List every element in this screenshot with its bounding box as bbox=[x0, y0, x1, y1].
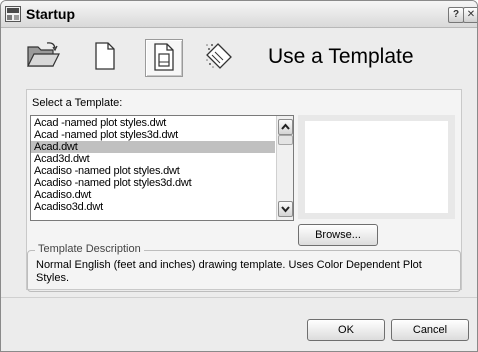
title-bar: Startup ? ✕ bbox=[1, 1, 477, 28]
template-list-item[interactable]: Acad -named plot styles.dwt bbox=[31, 117, 275, 129]
use-wizard-button[interactable] bbox=[201, 39, 237, 75]
template-list-item[interactable]: Acadiso.dwt bbox=[31, 189, 275, 201]
template-document-icon bbox=[151, 42, 177, 75]
preview-image bbox=[305, 121, 448, 213]
browse-button[interactable]: Browse... bbox=[298, 224, 378, 246]
mode-title: Use a Template bbox=[268, 45, 414, 68]
template-list: Acad -named plot styles.dwt Acad -named … bbox=[31, 117, 275, 213]
close-button[interactable]: ✕ bbox=[463, 7, 477, 23]
window-title: Startup bbox=[26, 6, 75, 22]
footer-divider bbox=[1, 297, 477, 298]
open-drawing-button[interactable] bbox=[25, 39, 61, 75]
template-list-item[interactable]: Acadiso3d.dwt bbox=[31, 201, 275, 213]
scroll-down-button[interactable] bbox=[278, 201, 293, 217]
template-list-item[interactable]: Acad3d.dwt bbox=[31, 153, 275, 165]
start-from-scratch-button[interactable] bbox=[87, 39, 123, 75]
wizard-icon bbox=[203, 40, 235, 75]
template-list-item[interactable]: Acadiso -named plot styles.dwt bbox=[31, 165, 275, 177]
use-template-button[interactable] bbox=[145, 39, 183, 77]
scroll-thumb[interactable] bbox=[278, 135, 293, 145]
template-list-item[interactable]: Acadiso -named plot styles3d.dwt bbox=[31, 177, 275, 189]
template-description-text: Normal English (feet and inches) drawing… bbox=[36, 259, 422, 284]
scroll-up-button[interactable] bbox=[278, 119, 293, 135]
open-folder-icon bbox=[26, 41, 60, 74]
template-listbox[interactable]: Acad -named plot styles.dwt Acad -named … bbox=[30, 115, 294, 221]
blank-document-icon bbox=[92, 41, 118, 74]
startup-dialog: Startup ? ✕ Use a Template Select a Temp… bbox=[0, 0, 478, 352]
list-scrollbar[interactable] bbox=[276, 116, 293, 220]
template-list-item[interactable]: Acad -named plot styles3d.dwt bbox=[31, 129, 275, 141]
template-list-item-selected[interactable]: Acad.dwt bbox=[31, 141, 275, 153]
select-template-label: Select a Template: bbox=[32, 97, 123, 109]
chevron-down-icon bbox=[279, 206, 292, 219]
cancel-button[interactable]: Cancel bbox=[391, 319, 469, 341]
template-description-legend: Template Description bbox=[35, 243, 144, 255]
autocad-app-icon bbox=[5, 6, 21, 22]
ok-button[interactable]: OK bbox=[307, 319, 385, 341]
help-button[interactable]: ? bbox=[448, 7, 464, 23]
template-preview bbox=[298, 115, 455, 219]
